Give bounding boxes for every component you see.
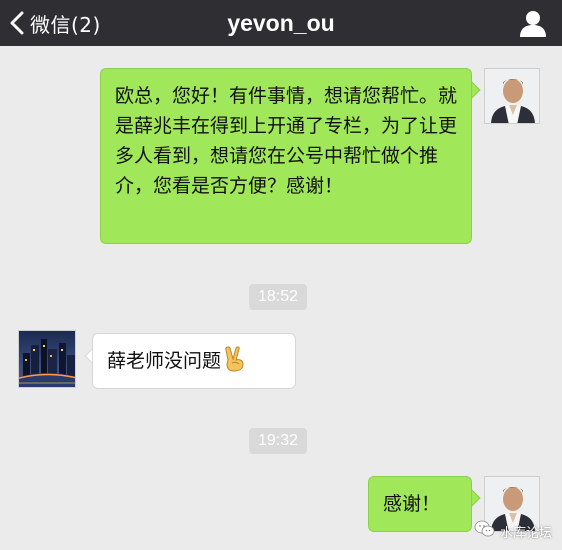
timestamp: 19:32 [249,428,308,454]
contact-avatar[interactable] [18,330,76,388]
chat-title: yevon_ou [227,10,335,36]
watermark-text: 水库论坛 [499,525,552,541]
chat-window: 微信(2) yevon_ou 欧总，您好！有件事情，想请您帮忙。就是薛兆丰在得到… [0,0,562,550]
message-bubble-sent[interactable]: 欧总，您好！有件事情，想请您帮忙。就是薛兆丰在得到上开通了专栏，为了让更多人看到… [100,68,472,244]
message-text: 薛老师没问题 [107,350,222,372]
timestamp: 18:52 [249,284,308,310]
my-avatar[interactable] [484,68,540,124]
wechat-logo-icon [474,520,496,542]
profile-button[interactable] [518,8,548,38]
watermark: 水库论坛 [474,520,552,542]
victory-hand-icon [223,346,247,381]
person-icon [518,11,548,42]
chat-header: 微信(2) yevon_ou [0,0,562,46]
message-bubble-received[interactable]: 薛老师没问题 [92,333,296,389]
message-bubble-sent[interactable]: 感谢！ [368,476,472,532]
